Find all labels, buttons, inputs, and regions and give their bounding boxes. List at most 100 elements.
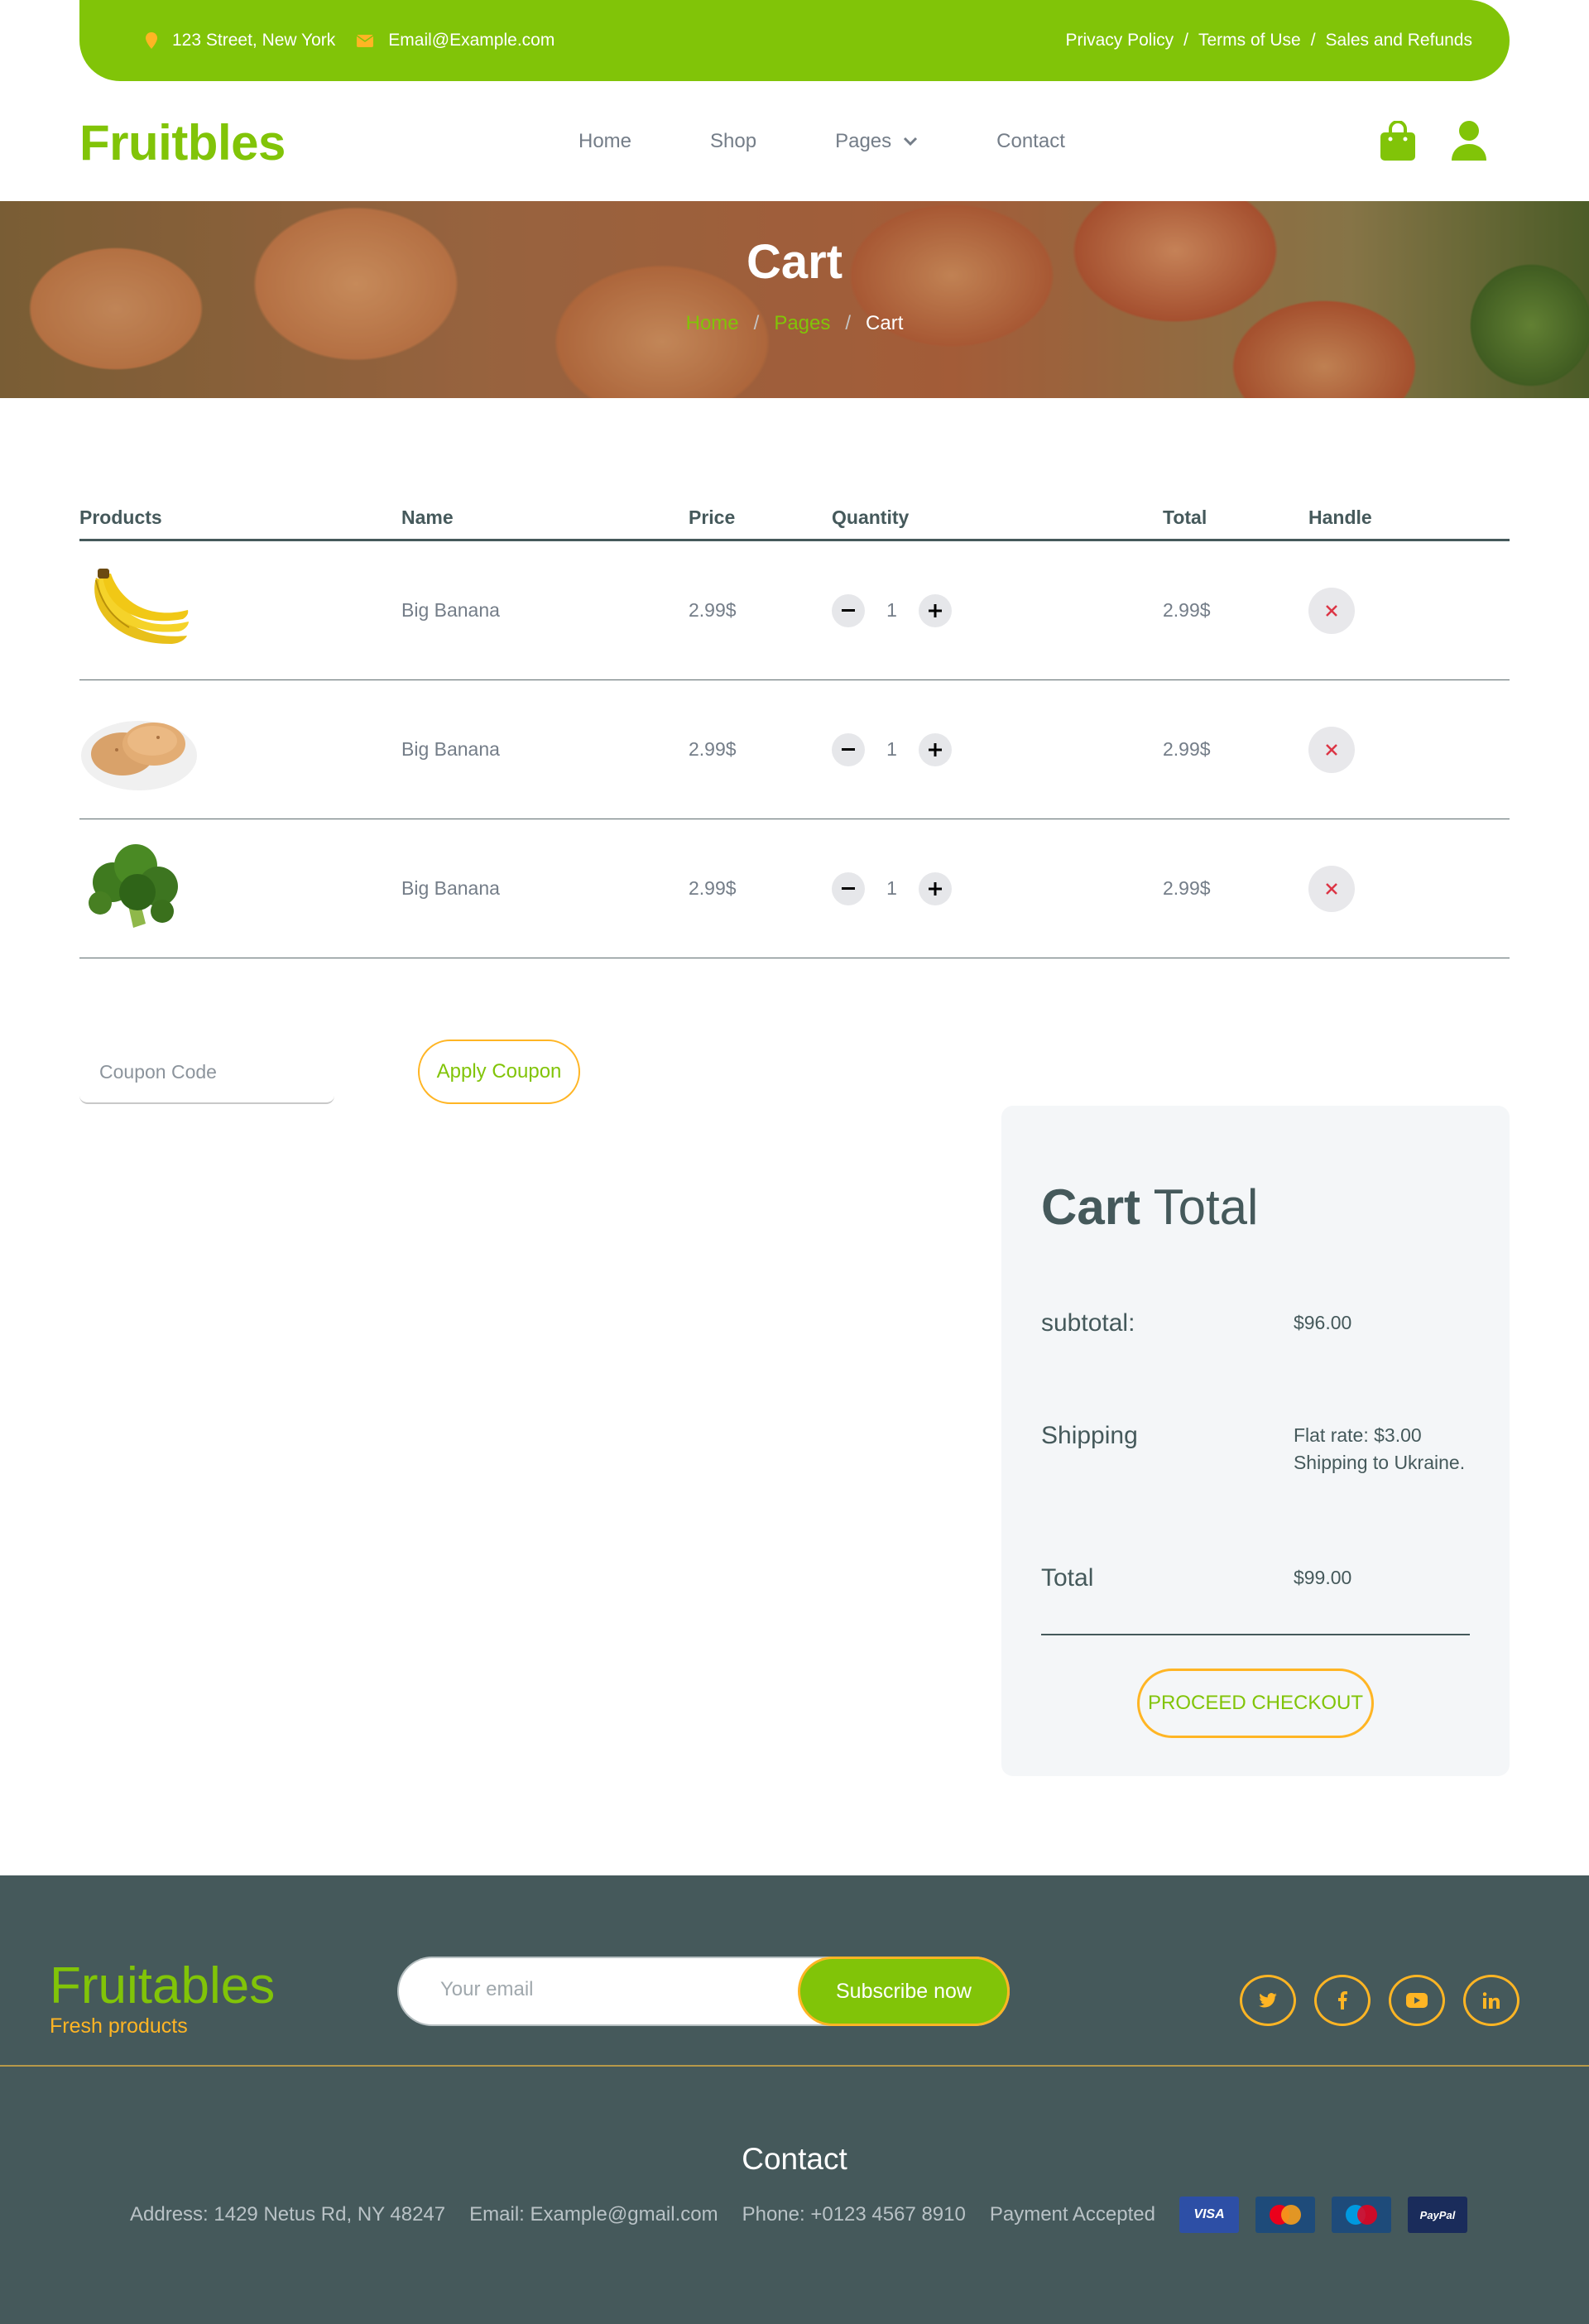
quantity-increase-button[interactable] (919, 732, 952, 766)
page-title: Cart (746, 235, 843, 289)
quantity-value[interactable]: 1 (865, 738, 919, 761)
table-row: Big Banana 2.99$ 1 2.99$ (79, 541, 1510, 680)
quantity-increase-button[interactable] (919, 593, 952, 627)
remove-item-button[interactable] (1308, 865, 1355, 912)
breadcrumb-cart: Cart (866, 312, 904, 334)
nav-shop[interactable]: Shop (710, 130, 756, 153)
address-item: 123 Street, New York (146, 31, 335, 50)
terms-of-use-link[interactable]: Terms of Use (1198, 31, 1301, 50)
total-row: Total $99.00 (1041, 1564, 1471, 1592)
mastercard-icon (1255, 2197, 1315, 2233)
nav-pages-label: Pages (835, 129, 892, 152)
header-price: Price (689, 507, 736, 528)
nav-pages[interactable]: Pages (835, 130, 918, 153)
apply-coupon-button[interactable]: Apply Coupon (418, 1040, 580, 1104)
cart-total-title-bold: Cart (1041, 1179, 1141, 1235)
product-image-banana (79, 561, 199, 660)
email-item[interactable]: Email@Example.com (357, 31, 554, 50)
plus-icon (929, 881, 942, 896)
product-price: 2.99$ (689, 599, 737, 621)
nav-contact[interactable]: Contact (996, 130, 1065, 153)
quantity-decrease-button[interactable] (832, 593, 865, 627)
footer-email[interactable]: Email: Example@gmail.com (469, 2203, 718, 2226)
header-handle: Handle (1308, 507, 1372, 528)
subtotal-row: subtotal: $96.00 (1041, 1309, 1471, 1337)
breadcrumb-home[interactable]: Home (686, 312, 739, 335)
subscribe-button[interactable]: Subscribe now (798, 1957, 1010, 2026)
product-image-potato (79, 700, 199, 799)
twitter-button[interactable] (1240, 1975, 1296, 2026)
footer-contact-info: Address: 1429 Netus Rd, NY 48247 Email: … (130, 2197, 1484, 2233)
product-name: Big Banana (401, 599, 500, 621)
maestro-card-icon (1331, 2197, 1391, 2233)
twitter-icon (1259, 1993, 1277, 2008)
product-total: 2.99$ (1163, 599, 1211, 621)
shipping-row: Shipping Flat rate: $3.00 Shipping to Uk… (1041, 1422, 1471, 1477)
breadcrumb-pages[interactable]: Pages (774, 312, 830, 335)
quantity-increase-button[interactable] (919, 872, 952, 905)
youtube-icon (1406, 1993, 1428, 2008)
header-quantity: Quantity (832, 507, 910, 528)
total-label: Total (1041, 1564, 1094, 1592)
linkedin-button[interactable] (1463, 1975, 1519, 2026)
quantity-stepper: 1 (832, 732, 1163, 766)
breadcrumb-separator: / (845, 312, 852, 334)
footer-phone[interactable]: Phone: +0123 4567 8910 (742, 2203, 966, 2226)
total-value: $99.00 (1293, 1567, 1352, 1588)
shipping-value: Flat rate: $3.00 Shipping to Ukraine. (1293, 1424, 1466, 1473)
close-icon (1326, 743, 1337, 756)
cart-total-panel: Cart Total subtotal: $96.00 Shipping Fla… (1001, 1106, 1510, 1776)
table-header: Products Name Price Quantity Total Handl… (79, 497, 1510, 541)
youtube-button[interactable] (1389, 1975, 1445, 2026)
nav-home[interactable]: Home (578, 130, 631, 153)
minus-icon (842, 747, 855, 751)
quantity-decrease-button[interactable] (832, 872, 865, 905)
envelope-icon (357, 34, 374, 47)
footer-address: Address: 1429 Netus Rd, NY 48247 (130, 2203, 446, 2226)
quantity-value[interactable]: 1 (865, 599, 919, 622)
newsletter-email-input[interactable]: Your email (440, 1978, 534, 2001)
nav-links: Home Shop Pages Contact (578, 81, 1144, 201)
product-image-broccoli (79, 839, 199, 939)
footer: Fruitables Fresh products Your email Sub… (0, 1875, 1589, 2324)
minus-icon (842, 608, 855, 612)
newsletter-form: Your email Subscribe now (397, 1957, 1010, 2026)
product-name: Big Banana (401, 738, 500, 760)
paypal-icon: PayPal (1407, 2197, 1467, 2233)
quantity-stepper: 1 (832, 593, 1163, 627)
quantity-decrease-button[interactable] (832, 732, 865, 766)
coupon-code-input[interactable]: Coupon Code (79, 1041, 334, 1104)
shopping-bag-icon[interactable] (1380, 121, 1415, 161)
remove-item-button[interactable] (1308, 726, 1355, 773)
privacy-policy-link[interactable]: Privacy Policy (1065, 31, 1174, 50)
proceed-checkout-button[interactable]: PROCEED CHECKOUT (1137, 1669, 1374, 1738)
nav-icons (1344, 121, 1486, 161)
quantity-stepper: 1 (832, 872, 1163, 905)
remove-item-button[interactable] (1308, 587, 1355, 634)
email-text: Email@Example.com (388, 31, 555, 50)
facebook-button[interactable] (1314, 1975, 1371, 2026)
product-price: 2.99$ (689, 877, 737, 899)
cart-table: Products Name Price Quantity Total Handl… (79, 497, 1510, 958)
visa-card-icon: VISA (1179, 2197, 1239, 2233)
cart-total-title-light: Total (1153, 1179, 1259, 1235)
footer-logo[interactable]: Fruitables (50, 1957, 275, 2015)
quantity-value[interactable]: 1 (865, 877, 919, 900)
linkedin-icon (1483, 1992, 1500, 2009)
header-total: Total (1163, 507, 1207, 528)
site-logo[interactable]: Fruitbles (79, 114, 286, 171)
separator: / (1310, 31, 1316, 50)
user-icon[interactable] (1452, 121, 1486, 161)
shipping-label: Shipping (1041, 1422, 1138, 1449)
sales-refunds-link[interactable]: Sales and Refunds (1326, 31, 1472, 50)
divider (1041, 1634, 1470, 1635)
separator: / (1183, 31, 1188, 50)
header-products: Products (79, 507, 162, 528)
product-name: Big Banana (401, 877, 500, 899)
social-links (1222, 1975, 1519, 2026)
close-icon (1326, 604, 1337, 617)
breadcrumb-separator: / (753, 312, 760, 334)
footer-divider (0, 2065, 1589, 2067)
close-icon (1326, 882, 1337, 895)
payment-accepted-label: Payment Accepted (989, 2203, 1155, 2226)
